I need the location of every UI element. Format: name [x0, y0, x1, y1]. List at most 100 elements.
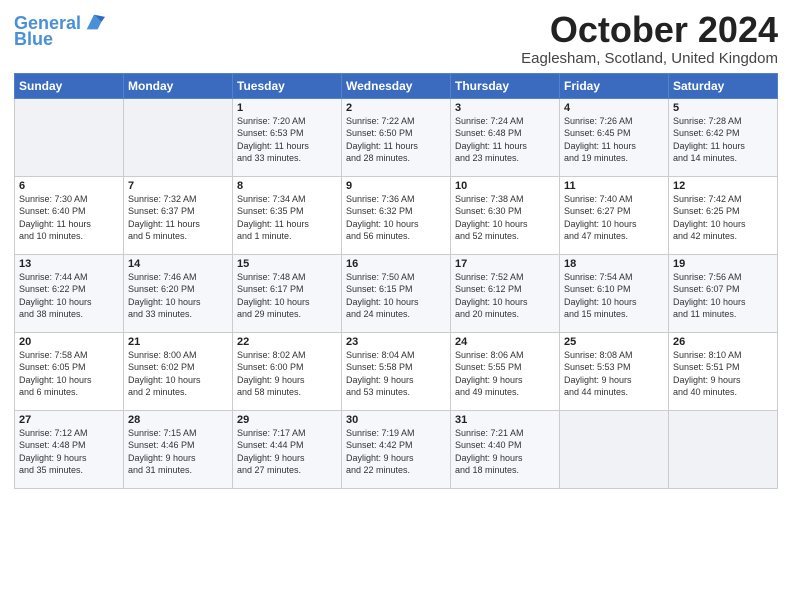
day-info: Sunrise: 7:42 AM Sunset: 6:25 PM Dayligh… — [673, 193, 773, 243]
day-number: 28 — [128, 414, 228, 426]
day-info: Sunrise: 7:58 AM Sunset: 6:05 PM Dayligh… — [19, 349, 119, 399]
header: General Blue October 2024 Eaglesham, Sco… — [14, 10, 778, 67]
day-cell: 24Sunrise: 8:06 AM Sunset: 5:55 PM Dayli… — [451, 332, 560, 410]
day-number: 19 — [673, 258, 773, 270]
day-info: Sunrise: 7:32 AM Sunset: 6:37 PM Dayligh… — [128, 193, 228, 243]
day-cell: 7Sunrise: 7:32 AM Sunset: 6:37 PM Daylig… — [124, 176, 233, 254]
day-cell: 1Sunrise: 7:20 AM Sunset: 6:53 PM Daylig… — [233, 98, 342, 176]
day-number: 14 — [128, 258, 228, 270]
week-row-5: 27Sunrise: 7:12 AM Sunset: 4:48 PM Dayli… — [15, 410, 778, 488]
weekday-header-wednesday: Wednesday — [342, 73, 451, 98]
day-cell: 29Sunrise: 7:17 AM Sunset: 4:44 PM Dayli… — [233, 410, 342, 488]
title-section: October 2024 Eaglesham, Scotland, United… — [521, 10, 778, 67]
day-number: 10 — [455, 180, 555, 192]
day-info: Sunrise: 7:30 AM Sunset: 6:40 PM Dayligh… — [19, 193, 119, 243]
day-cell: 23Sunrise: 8:04 AM Sunset: 5:58 PM Dayli… — [342, 332, 451, 410]
day-number: 18 — [564, 258, 664, 270]
day-cell: 4Sunrise: 7:26 AM Sunset: 6:45 PM Daylig… — [560, 98, 669, 176]
day-number: 3 — [455, 102, 555, 114]
day-cell — [560, 410, 669, 488]
day-cell — [15, 98, 124, 176]
calendar-table: SundayMondayTuesdayWednesdayThursdayFrid… — [14, 73, 778, 489]
day-cell: 21Sunrise: 8:00 AM Sunset: 6:02 PM Dayli… — [124, 332, 233, 410]
day-info: Sunrise: 7:20 AM Sunset: 6:53 PM Dayligh… — [237, 115, 337, 165]
day-number: 20 — [19, 336, 119, 348]
day-info: Sunrise: 8:02 AM Sunset: 6:00 PM Dayligh… — [237, 349, 337, 399]
day-number: 17 — [455, 258, 555, 270]
day-number: 22 — [237, 336, 337, 348]
day-info: Sunrise: 7:26 AM Sunset: 6:45 PM Dayligh… — [564, 115, 664, 165]
weekday-header-saturday: Saturday — [669, 73, 778, 98]
weekday-header-friday: Friday — [560, 73, 669, 98]
day-info: Sunrise: 8:06 AM Sunset: 5:55 PM Dayligh… — [455, 349, 555, 399]
day-info: Sunrise: 7:50 AM Sunset: 6:15 PM Dayligh… — [346, 271, 446, 321]
weekday-header-monday: Monday — [124, 73, 233, 98]
month-title: October 2024 — [521, 10, 778, 50]
day-number: 6 — [19, 180, 119, 192]
day-info: Sunrise: 7:22 AM Sunset: 6:50 PM Dayligh… — [346, 115, 446, 165]
day-number: 30 — [346, 414, 446, 426]
day-cell: 6Sunrise: 7:30 AM Sunset: 6:40 PM Daylig… — [15, 176, 124, 254]
day-info: Sunrise: 7:48 AM Sunset: 6:17 PM Dayligh… — [237, 271, 337, 321]
day-cell: 19Sunrise: 7:56 AM Sunset: 6:07 PM Dayli… — [669, 254, 778, 332]
day-info: Sunrise: 7:24 AM Sunset: 6:48 PM Dayligh… — [455, 115, 555, 165]
day-info: Sunrise: 7:28 AM Sunset: 6:42 PM Dayligh… — [673, 115, 773, 165]
day-number: 23 — [346, 336, 446, 348]
day-cell: 15Sunrise: 7:48 AM Sunset: 6:17 PM Dayli… — [233, 254, 342, 332]
weekday-header-tuesday: Tuesday — [233, 73, 342, 98]
day-cell: 28Sunrise: 7:15 AM Sunset: 4:46 PM Dayli… — [124, 410, 233, 488]
day-cell: 26Sunrise: 8:10 AM Sunset: 5:51 PM Dayli… — [669, 332, 778, 410]
day-cell: 30Sunrise: 7:19 AM Sunset: 4:42 PM Dayli… — [342, 410, 451, 488]
day-number: 8 — [237, 180, 337, 192]
day-cell: 25Sunrise: 8:08 AM Sunset: 5:53 PM Dayli… — [560, 332, 669, 410]
weekday-header-row: SundayMondayTuesdayWednesdayThursdayFrid… — [15, 73, 778, 98]
day-info: Sunrise: 7:52 AM Sunset: 6:12 PM Dayligh… — [455, 271, 555, 321]
day-number: 29 — [237, 414, 337, 426]
day-cell: 13Sunrise: 7:44 AM Sunset: 6:22 PM Dayli… — [15, 254, 124, 332]
day-info: Sunrise: 7:12 AM Sunset: 4:48 PM Dayligh… — [19, 427, 119, 477]
day-number: 7 — [128, 180, 228, 192]
day-info: Sunrise: 7:40 AM Sunset: 6:27 PM Dayligh… — [564, 193, 664, 243]
day-cell: 16Sunrise: 7:50 AM Sunset: 6:15 PM Dayli… — [342, 254, 451, 332]
day-cell: 11Sunrise: 7:40 AM Sunset: 6:27 PM Dayli… — [560, 176, 669, 254]
day-info: Sunrise: 8:04 AM Sunset: 5:58 PM Dayligh… — [346, 349, 446, 399]
day-number: 1 — [237, 102, 337, 114]
weekday-header-sunday: Sunday — [15, 73, 124, 98]
day-info: Sunrise: 8:00 AM Sunset: 6:02 PM Dayligh… — [128, 349, 228, 399]
day-number: 21 — [128, 336, 228, 348]
day-cell: 9Sunrise: 7:36 AM Sunset: 6:32 PM Daylig… — [342, 176, 451, 254]
day-info: Sunrise: 7:17 AM Sunset: 4:44 PM Dayligh… — [237, 427, 337, 477]
day-number: 27 — [19, 414, 119, 426]
day-cell: 14Sunrise: 7:46 AM Sunset: 6:20 PM Dayli… — [124, 254, 233, 332]
day-cell — [124, 98, 233, 176]
day-number: 15 — [237, 258, 337, 270]
day-cell: 10Sunrise: 7:38 AM Sunset: 6:30 PM Dayli… — [451, 176, 560, 254]
day-number: 5 — [673, 102, 773, 114]
day-number: 31 — [455, 414, 555, 426]
logo: General Blue — [14, 14, 105, 50]
day-number: 25 — [564, 336, 664, 348]
day-cell — [669, 410, 778, 488]
day-cell: 20Sunrise: 7:58 AM Sunset: 6:05 PM Dayli… — [15, 332, 124, 410]
day-info: Sunrise: 7:44 AM Sunset: 6:22 PM Dayligh… — [19, 271, 119, 321]
day-info: Sunrise: 7:34 AM Sunset: 6:35 PM Dayligh… — [237, 193, 337, 243]
day-number: 26 — [673, 336, 773, 348]
day-number: 2 — [346, 102, 446, 114]
day-cell: 3Sunrise: 7:24 AM Sunset: 6:48 PM Daylig… — [451, 98, 560, 176]
day-info: Sunrise: 7:56 AM Sunset: 6:07 PM Dayligh… — [673, 271, 773, 321]
day-info: Sunrise: 7:15 AM Sunset: 4:46 PM Dayligh… — [128, 427, 228, 477]
day-info: Sunrise: 8:10 AM Sunset: 5:51 PM Dayligh… — [673, 349, 773, 399]
day-number: 24 — [455, 336, 555, 348]
week-row-1: 1Sunrise: 7:20 AM Sunset: 6:53 PM Daylig… — [15, 98, 778, 176]
day-info: Sunrise: 7:21 AM Sunset: 4:40 PM Dayligh… — [455, 427, 555, 477]
logo-icon — [83, 11, 105, 33]
day-cell: 12Sunrise: 7:42 AM Sunset: 6:25 PM Dayli… — [669, 176, 778, 254]
day-info: Sunrise: 7:38 AM Sunset: 6:30 PM Dayligh… — [455, 193, 555, 243]
day-cell: 17Sunrise: 7:52 AM Sunset: 6:12 PM Dayli… — [451, 254, 560, 332]
day-number: 12 — [673, 180, 773, 192]
logo-text2: Blue — [14, 30, 53, 50]
day-cell: 5Sunrise: 7:28 AM Sunset: 6:42 PM Daylig… — [669, 98, 778, 176]
day-number: 9 — [346, 180, 446, 192]
week-row-3: 13Sunrise: 7:44 AM Sunset: 6:22 PM Dayli… — [15, 254, 778, 332]
day-number: 16 — [346, 258, 446, 270]
